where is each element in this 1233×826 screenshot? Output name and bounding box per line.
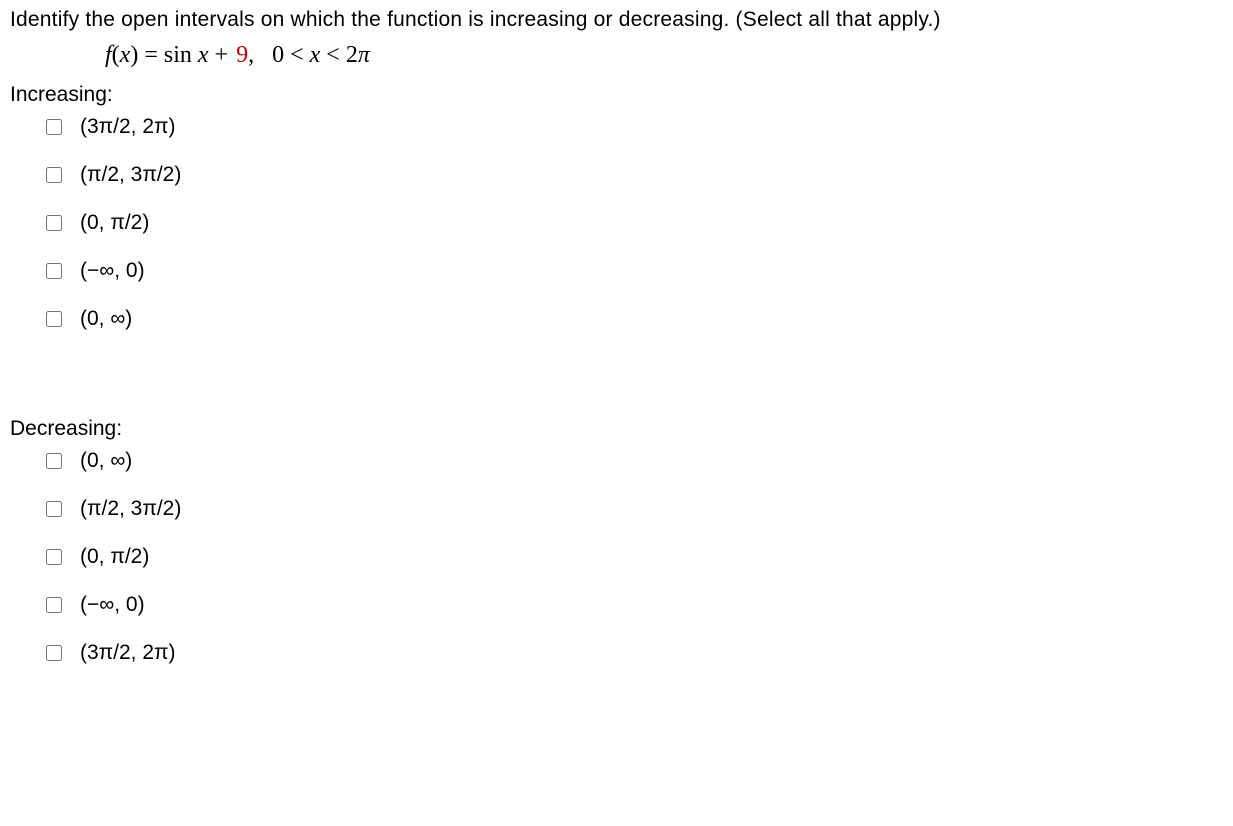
increasing-checkbox-1[interactable] (46, 167, 62, 183)
domain-open: 0 < (254, 42, 310, 68)
increasing-checkbox-0[interactable] (46, 119, 62, 135)
increasing-option-label-4: (0, ∞) (76, 307, 132, 331)
question-text: Identify the open intervals on which the… (10, 8, 1223, 32)
formula-paren-open: ( (112, 42, 120, 68)
decreasing-option-label-3: (−∞, 0) (76, 593, 145, 617)
increasing-option-3: (−∞, 0) (46, 259, 1223, 283)
decreasing-checkbox-1[interactable] (46, 501, 62, 517)
formula-eq: = (138, 42, 164, 68)
decreasing-option-1: (π/2, 3π/2) (46, 497, 1223, 521)
increasing-option-label-1: (π/2, 3π/2) (76, 163, 181, 187)
increasing-option-2: (0, π/2) (46, 211, 1223, 235)
formula-f: f (105, 42, 112, 68)
increasing-option-0: (3π/2, 2π) (46, 115, 1223, 139)
decreasing-label: Decreasing: (10, 417, 1223, 441)
increasing-options: (3π/2, 2π) (π/2, 3π/2) (0, π/2) (−∞, 0) … (10, 115, 1223, 331)
increasing-option-label-0: (3π/2, 2π) (76, 115, 176, 139)
increasing-label: Increasing: (10, 83, 1223, 107)
increasing-option-label-2: (0, π/2) (76, 211, 149, 235)
decreasing-option-3: (−∞, 0) (46, 593, 1223, 617)
domain-pi: π (358, 42, 370, 68)
increasing-checkbox-4[interactable] (46, 311, 62, 327)
decreasing-checkbox-2[interactable] (46, 549, 62, 565)
increasing-checkbox-3[interactable] (46, 263, 62, 279)
increasing-checkbox-2[interactable] (46, 215, 62, 231)
formula-constant: 9 (234, 42, 248, 68)
decreasing-option-label-4: (3π/2, 2π) (76, 641, 176, 665)
formula-sin: sin (164, 42, 198, 68)
domain-mid: < 2 (320, 42, 358, 68)
decreasing-option-0: (0, ∞) (46, 449, 1223, 473)
formula-var: x (198, 42, 209, 68)
decreasing-option-2: (0, π/2) (46, 545, 1223, 569)
decreasing-option-label-2: (0, π/2) (76, 545, 149, 569)
decreasing-option-label-1: (π/2, 3π/2) (76, 497, 181, 521)
increasing-option-1: (π/2, 3π/2) (46, 163, 1223, 187)
decreasing-options: (0, ∞) (π/2, 3π/2) (0, π/2) (−∞, 0) (3π/… (10, 449, 1223, 665)
increasing-option-label-3: (−∞, 0) (76, 259, 145, 283)
formula-plus: + (209, 42, 235, 68)
domain-var: x (310, 42, 321, 68)
decreasing-checkbox-3[interactable] (46, 597, 62, 613)
decreasing-option-4: (3π/2, 2π) (46, 641, 1223, 665)
formula-var-lhs: x (120, 42, 131, 68)
function-formula: f(x) = sin x + 9,0 < x < 2π (10, 42, 1223, 69)
decreasing-checkbox-4[interactable] (46, 645, 62, 661)
increasing-option-4: (0, ∞) (46, 307, 1223, 331)
decreasing-checkbox-0[interactable] (46, 453, 62, 469)
decreasing-option-label-0: (0, ∞) (76, 449, 132, 473)
